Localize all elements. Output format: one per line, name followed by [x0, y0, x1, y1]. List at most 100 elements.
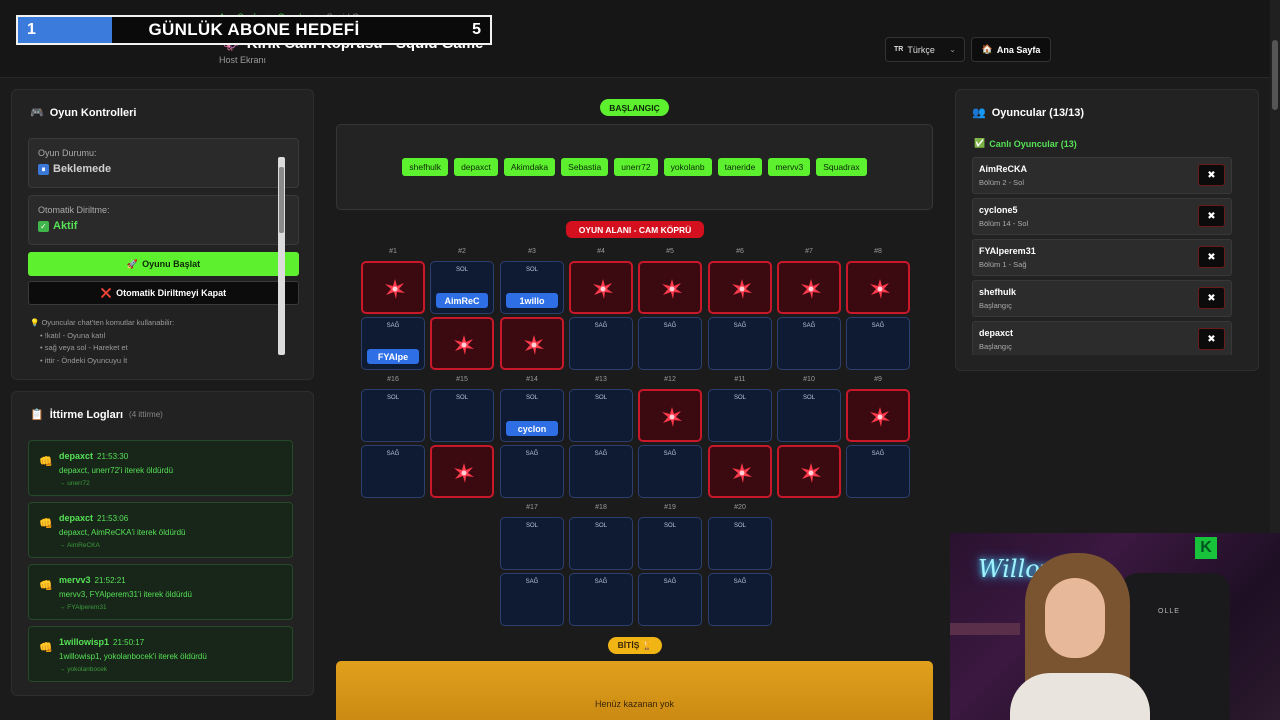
glass-tile[interactable]: SOL — [361, 389, 425, 442]
player-tag: FYAlpe — [367, 349, 419, 364]
glass-tile[interactable]: SAĞ — [569, 317, 633, 370]
player-row: AimReCKA Bölüm 2 - Sol ✖ — [972, 157, 1232, 194]
player-list-scrollbar[interactable] — [278, 157, 285, 355]
glass-tile[interactable]: SAĞ — [638, 573, 702, 626]
command-hints: 💡 Oyuncular chat'ten komutlar kullanabil… — [30, 317, 174, 367]
start-player-chip: yokolanb — [663, 158, 712, 176]
glass-tile[interactable]: SOL 1willo — [500, 261, 564, 314]
check-icon: ✅ — [974, 138, 986, 148]
broken-glass-icon — [385, 279, 405, 299]
goal-target: 5 — [472, 21, 481, 38]
broken-glass-tile[interactable] — [777, 445, 841, 498]
alive-players-title: ✅ Canlı Oyuncular (13) — [974, 138, 1077, 149]
player-list[interactable]: AimReCKA Bölüm 2 - Sol ✖ cyclone5 Bölüm 14 -… — [972, 157, 1245, 355]
glass-tile[interactable]: SOL cyclon — [500, 389, 564, 442]
push-logs-panel: 📋 İttirme Logları (4 ittirme) 👊 depaxct 21… — [11, 391, 314, 696]
glass-tile[interactable]: SOL — [708, 389, 772, 442]
eliminate-player-button[interactable]: ✖ — [1198, 246, 1225, 268]
glass-tile[interactable]: SAĞ — [777, 317, 841, 370]
step-number: #15 — [456, 376, 468, 383]
start-game-label: Oyunu Başlat — [142, 259, 201, 269]
disable-auto-revive-button[interactable]: ❌ Otomatik Diriltmeyi Kapat — [28, 281, 299, 305]
broken-glass-tile[interactable] — [500, 317, 564, 370]
broken-glass-tile[interactable] — [361, 261, 425, 314]
tile-side-label: SAĞ — [525, 451, 539, 457]
players-title: 👥 Oyuncular (13/13) — [972, 106, 1085, 120]
glass-tile[interactable]: SOL — [569, 389, 633, 442]
home-button[interactable]: 🏠 Ana Sayfa — [971, 37, 1051, 62]
tile-side-label: SOL — [663, 523, 676, 529]
page-scrollbar-thumb[interactable] — [1272, 40, 1278, 110]
glass-tile[interactable]: SAĞ — [500, 573, 564, 626]
start-player-chip: unerr72 — [614, 158, 658, 176]
streamer-body — [1010, 673, 1150, 720]
log-target: → FYAlperem31 — [59, 604, 107, 611]
eliminate-player-button[interactable]: ✖ — [1198, 164, 1225, 186]
pause-icon: ⏸ — [38, 163, 49, 175]
broken-glass-tile[interactable] — [430, 317, 494, 370]
eliminate-player-button[interactable]: ✖ — [1198, 328, 1225, 350]
step-number: #4 — [597, 248, 605, 255]
language-select[interactable]: TR Türkçe ⌄ — [885, 37, 965, 62]
tile-side-label: SOL — [802, 395, 815, 401]
broken-glass-tile[interactable] — [846, 389, 910, 442]
tile-side-label: SOL — [594, 395, 607, 401]
log-target: → AimReCKA — [59, 542, 100, 549]
step-number: #20 — [734, 504, 746, 511]
controls-title-text: Oyun Kontrolleri — [49, 106, 137, 119]
tile-side-label: SOL — [594, 523, 607, 529]
glass-tile[interactable]: SOL — [708, 517, 772, 570]
broken-glass-tile[interactable] — [846, 261, 910, 314]
glass-tile[interactable]: SAĞ — [638, 445, 702, 498]
broken-glass-tile[interactable] — [430, 445, 494, 498]
clipboard-icon: 📋 — [30, 409, 44, 421]
step-number: #12 — [664, 376, 676, 383]
glass-tile[interactable]: SAĞ — [500, 445, 564, 498]
players-title-text: Oyuncular (13/13) — [991, 106, 1085, 119]
broken-glass-tile[interactable] — [777, 261, 841, 314]
hint-item: • !katıl - Oyuna katıl — [40, 330, 106, 340]
broken-glass-icon — [801, 463, 821, 483]
hint-item: • sağ veya sol - Hareket et — [40, 343, 128, 352]
glass-tile[interactable]: SAĞ — [638, 317, 702, 370]
skull-icon: ✖ — [1207, 210, 1216, 222]
broken-glass-tile[interactable] — [708, 445, 772, 498]
log-actor: depaxct 21:53:30 — [59, 451, 128, 461]
glass-tile[interactable]: SOL — [430, 389, 494, 442]
glass-tile[interactable]: SAĞ — [708, 317, 772, 370]
tile-side-label: SAĞ — [871, 451, 885, 457]
glass-tile[interactable]: SAĞ — [846, 445, 910, 498]
glass-tile[interactable]: SAĞ FYAlpe — [361, 317, 425, 370]
tile-side-label: SAĞ — [871, 323, 885, 329]
language-value: Türkçe — [907, 44, 935, 55]
tile-side-label: SAĞ — [594, 323, 608, 329]
eliminate-player-button[interactable]: ✖ — [1198, 205, 1225, 227]
player-list-scroll-thumb[interactable] — [279, 167, 284, 233]
broken-glass-icon — [454, 463, 474, 483]
glass-tile[interactable]: SOL — [777, 389, 841, 442]
fist-icon: 👊 — [39, 580, 53, 592]
start-game-button[interactable]: 🚀 Oyunu Başlat — [28, 252, 299, 276]
broken-glass-tile[interactable] — [638, 389, 702, 442]
start-player-chip: Squadrax — [816, 158, 867, 176]
player-position: Bölüm 2 - Sol — [979, 178, 1025, 187]
start-player-chip: depaxct — [454, 158, 498, 176]
player-row: depaxct Başlangıç ✖ — [972, 321, 1232, 355]
glass-tile[interactable]: SAĞ — [569, 573, 633, 626]
broken-glass-tile[interactable] — [708, 261, 772, 314]
eliminate-player-button[interactable]: ✖ — [1198, 287, 1225, 309]
glass-tile[interactable]: SAĞ — [846, 317, 910, 370]
glass-tile[interactable]: SOL — [500, 517, 564, 570]
glass-tile[interactable]: SAĞ — [361, 445, 425, 498]
step-number: #2 — [458, 248, 466, 255]
glass-tile[interactable]: SOL — [569, 517, 633, 570]
step-number: #14 — [526, 376, 538, 383]
glass-tile[interactable]: SAĞ — [708, 573, 772, 626]
log-message: depaxct, AimReCKA'i iterek öldürdü — [59, 528, 186, 537]
broken-glass-tile[interactable] — [569, 261, 633, 314]
glass-tile[interactable]: SAĞ — [569, 445, 633, 498]
broken-glass-tile[interactable] — [638, 261, 702, 314]
start-player-chip: Akimdaka — [503, 158, 556, 176]
glass-tile[interactable]: SOL — [638, 517, 702, 570]
glass-tile[interactable]: SOL AimReC — [430, 261, 494, 314]
